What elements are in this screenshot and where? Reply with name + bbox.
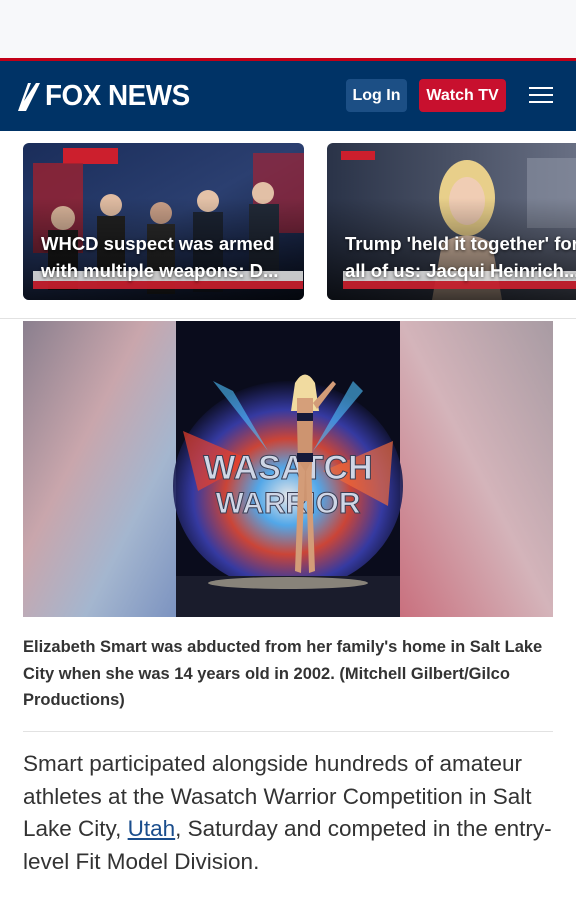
- news-card-trump[interactable]: Trump 'held it together' for all of us: …: [327, 143, 576, 300]
- top-spacer: [0, 0, 576, 58]
- article-paragraph: Smart participated alongside hundreds of…: [23, 751, 552, 874]
- warrior-banner-text: WARRIOR: [216, 487, 361, 520]
- image-caption: Elizabeth Smart was abducted from her fa…: [23, 638, 543, 709]
- divider: [0, 318, 576, 319]
- watch-tv-button[interactable]: Watch TV: [419, 79, 506, 112]
- fox-news-logo[interactable]: FOX NEWS: [16, 80, 193, 113]
- article-photo-art: WASATCH WARRIOR: [23, 321, 553, 617]
- fox-logo-mark-icon: [18, 82, 40, 111]
- page: FOX NEWS Log In Watch TV WHCD suspect wa…: [0, 0, 576, 914]
- utah-link[interactable]: Utah: [128, 816, 176, 841]
- news-card-title[interactable]: Trump 'held it together' for all of us: …: [345, 230, 576, 284]
- site-header: FOX NEWS Log In Watch TV: [0, 58, 576, 131]
- article-main-image[interactable]: WASATCH WARRIOR: [23, 321, 553, 617]
- log-in-button[interactable]: Log In: [346, 79, 407, 112]
- logo-text: FOX NEWS: [45, 80, 190, 112]
- news-card-whcd[interactable]: WHCD suspect was armed with multiple wea…: [23, 143, 304, 300]
- news-card-title[interactable]: WHCD suspect was armed with multiple wea…: [41, 230, 294, 284]
- wasatch-banner-text: WASATCH: [203, 449, 372, 487]
- hamburger-menu-icon[interactable]: [529, 87, 553, 105]
- divider: [23, 731, 553, 732]
